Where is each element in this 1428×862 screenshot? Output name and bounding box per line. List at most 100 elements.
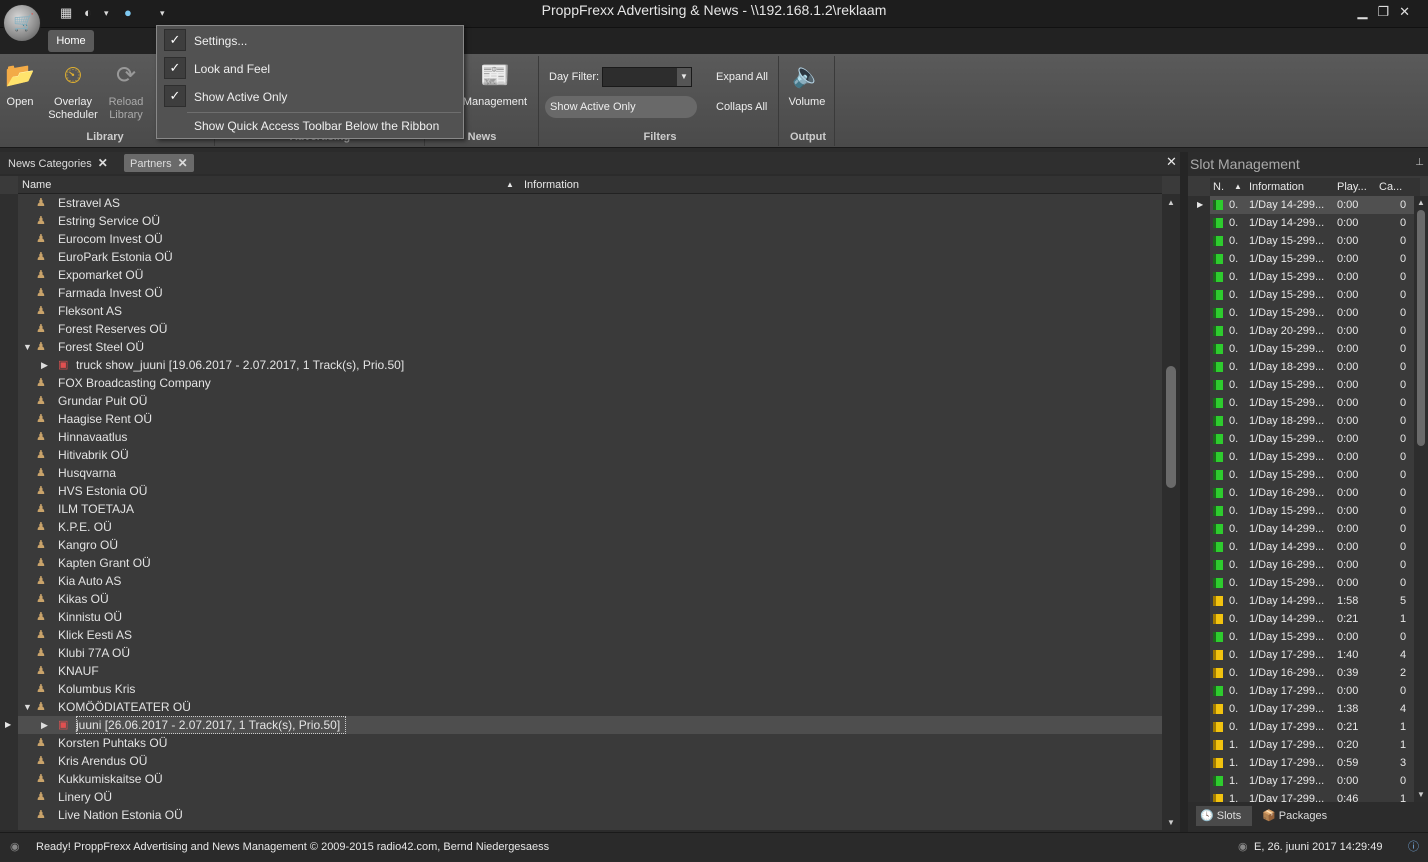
- slot-row[interactable]: 0. 1/Day 15-299... 0:00 0: [1210, 304, 1414, 322]
- slot-row[interactable]: 1. 1/Day 17-299... 0:20 1: [1210, 736, 1414, 754]
- partner-row[interactable]: ♟ Kangro OÜ: [18, 536, 1162, 554]
- column-header-information[interactable]: Information: [524, 176, 579, 194]
- tab-packages[interactable]: 📦 Packages: [1258, 806, 1338, 826]
- tab-home[interactable]: Home: [48, 30, 94, 52]
- menu-item-qat-below-ribbon[interactable]: Show Quick Access Toolbar Below the Ribb…: [194, 119, 439, 133]
- slot-row[interactable]: 0. 1/Day 15-299... 0:00 0: [1210, 394, 1414, 412]
- close-icon[interactable]: ✕: [98, 156, 108, 170]
- tab-slots[interactable]: 🕓 Slots: [1196, 806, 1252, 826]
- slot-row[interactable]: 0. 1/Day 15-299... 0:00 0: [1210, 502, 1414, 520]
- partner-row[interactable]: ♟ Kia Auto AS: [18, 572, 1162, 590]
- partner-row[interactable]: ♟ K.P.E. OÜ: [18, 518, 1162, 536]
- show-active-only-button[interactable]: Show Active Only: [545, 96, 697, 118]
- slot-row[interactable]: 0. 1/Day 15-299... 0:00 0: [1210, 250, 1414, 268]
- partner-row[interactable]: ♟ Kikas OÜ: [18, 590, 1162, 608]
- slot-row[interactable]: 0. 1/Day 14-299... 1:58 5: [1210, 592, 1414, 610]
- partner-row[interactable]: ♟ Grundar Puit OÜ: [18, 392, 1162, 410]
- panel-splitter[interactable]: [1180, 152, 1188, 832]
- slot-row[interactable]: 0. 1/Day 18-299... 0:00 0: [1210, 412, 1414, 430]
- partner-row[interactable]: ▼ ♟ Forest Steel OÜ: [18, 338, 1162, 356]
- application-menu-button[interactable]: 🛒: [3, 4, 41, 42]
- campaign-row[interactable]: ▶ ▣ truck show_juuni [19.06.2017 - 2.07.20…: [18, 356, 1162, 374]
- slot-scrollbar[interactable]: ▲ ▼: [1414, 196, 1428, 802]
- slot-row[interactable]: 0. 1/Day 15-299... 0:00 0: [1210, 574, 1414, 592]
- column-header-name[interactable]: Name: [22, 176, 51, 194]
- slot-row[interactable]: 1. 1/Day 17-299... 0:59 3: [1210, 754, 1414, 772]
- slot-row[interactable]: 0. 1/Day 17-299... 0:00 0: [1210, 682, 1414, 700]
- expand-icon[interactable]: ▶: [41, 716, 51, 734]
- collapse-icon[interactable]: ▼: [23, 698, 33, 716]
- partner-row[interactable]: ♟ Forest Reserves OÜ: [18, 320, 1162, 338]
- restore-icon[interactable]: ❐: [1377, 4, 1399, 19]
- scrollbar-thumb[interactable]: [1417, 210, 1425, 446]
- close-icon[interactable]: ✕: [178, 156, 188, 170]
- column-header-ca[interactable]: Ca...: [1379, 178, 1402, 196]
- slot-row[interactable]: 0. 1/Day 15-299... 0:00 0: [1210, 232, 1414, 250]
- menu-item-settings[interactable]: Settings...: [194, 34, 247, 48]
- partner-row[interactable]: ♟ Klick Eesti AS: [18, 626, 1162, 644]
- partner-row[interactable]: ♟ Haagise Rent OÜ: [18, 410, 1162, 428]
- column-header-n[interactable]: N.: [1213, 178, 1224, 196]
- slot-row[interactable]: 0. 1/Day 15-299... 0:00 0: [1210, 628, 1414, 646]
- partner-row[interactable]: ♟ Hitivabrik OÜ: [18, 446, 1162, 464]
- partner-row[interactable]: ♟ Expomarket OÜ: [18, 266, 1162, 284]
- partner-row[interactable]: ♟ Hinnavaatlus: [18, 428, 1162, 446]
- partner-row[interactable]: ▼ ♟ KOMÖÖDIATEATER OÜ: [18, 698, 1162, 716]
- partner-row[interactable]: ♟ KNAUF: [18, 662, 1162, 680]
- partner-row[interactable]: ♟ Klubi 77A OÜ: [18, 644, 1162, 662]
- menu-item-show-active-only[interactable]: Show Active Only: [194, 90, 287, 104]
- scroll-down-icon[interactable]: ▼: [1167, 818, 1175, 827]
- slot-row[interactable]: 1. 1/Day 17-299... 0:46 1: [1210, 790, 1414, 802]
- expand-icon[interactable]: ▶: [41, 356, 51, 374]
- close-icon[interactable]: ✕: [1399, 4, 1420, 19]
- slot-row[interactable]: 0. 1/Day 15-299... 0:00 0: [1210, 286, 1414, 304]
- day-filter-dropdown[interactable]: ▼: [602, 67, 692, 87]
- tab-partners[interactable]: Partners ✕: [124, 154, 194, 172]
- partner-row[interactable]: ♟ EuroPark Estonia OÜ: [18, 248, 1162, 266]
- partner-row[interactable]: ♟ Fleksont AS: [18, 302, 1162, 320]
- partner-row[interactable]: ♟ Husqvarna: [18, 464, 1162, 482]
- slot-row[interactable]: 0. 1/Day 14-299... 0:00 0: [1210, 196, 1414, 214]
- partner-row[interactable]: ♟ FOX Broadcasting Company: [18, 374, 1162, 392]
- partner-row[interactable]: ♟ Live Nation Estonia OÜ: [18, 806, 1162, 824]
- partner-row[interactable]: ♟ Kolumbus Kris: [18, 680, 1162, 698]
- scroll-down-icon[interactable]: ▼: [1417, 790, 1425, 799]
- close-panel-icon[interactable]: ✕: [1166, 154, 1177, 170]
- slot-row[interactable]: 1. 1/Day 17-299... 0:00 0: [1210, 772, 1414, 790]
- volume-button[interactable]: 🔈 Volume: [786, 60, 828, 109]
- slot-row[interactable]: 0. 1/Day 14-299... 0:00 0: [1210, 520, 1414, 538]
- partner-row[interactable]: ♟ Farmada Invest OÜ: [18, 284, 1162, 302]
- slot-row[interactable]: 0. 1/Day 16-299... 0:39 2: [1210, 664, 1414, 682]
- slot-row[interactable]: 0. 1/Day 15-299... 0:00 0: [1210, 430, 1414, 448]
- slot-row[interactable]: 0. 1/Day 16-299... 0:00 0: [1210, 556, 1414, 574]
- open-button[interactable]: 📂 Open: [4, 60, 36, 109]
- scrollbar-thumb[interactable]: [1166, 366, 1176, 488]
- slot-row[interactable]: 0. 1/Day 17-299... 0:21 1: [1210, 718, 1414, 736]
- pin-icon[interactable]: ⊥: [1415, 157, 1424, 168]
- expand-all-button[interactable]: Expand All: [716, 71, 768, 83]
- campaign-row[interactable]: ▶ ▣ juuni [26.06.2017 - 2.07.2017, 1 Track…: [18, 716, 1162, 734]
- management-button[interactable]: 📰 Management: [462, 60, 528, 109]
- column-header-information[interactable]: Information: [1249, 178, 1304, 196]
- partner-row[interactable]: ♟ ILM TOETAJA: [18, 500, 1162, 518]
- partner-row[interactable]: ♟ Korsten Puhtaks OÜ: [18, 734, 1162, 752]
- slot-row[interactable]: 0. 1/Day 17-299... 1:38 4: [1210, 700, 1414, 718]
- partner-row[interactable]: ♟ Linery OÜ: [18, 788, 1162, 806]
- slot-row[interactable]: 0. 1/Day 17-299... 1:40 4: [1210, 646, 1414, 664]
- partner-row[interactable]: ♟ HVS Estonia OÜ: [18, 482, 1162, 500]
- reload-library-button[interactable]: ⟳ Reload Library: [104, 60, 148, 122]
- partner-row[interactable]: ♟ Estravel AS: [18, 194, 1162, 212]
- slot-row[interactable]: 0. 1/Day 15-299... 0:00 0: [1210, 268, 1414, 286]
- partner-row[interactable]: ♟ Eurocom Invest OÜ: [18, 230, 1162, 248]
- slot-row[interactable]: 0. 1/Day 15-299... 0:00 0: [1210, 376, 1414, 394]
- slot-row[interactable]: 0. 1/Day 14-299... 0:21 1: [1210, 610, 1414, 628]
- slot-row[interactable]: 0. 1/Day 16-299... 0:00 0: [1210, 484, 1414, 502]
- partner-row[interactable]: ♟ Kapten Grant OÜ: [18, 554, 1162, 572]
- slot-row[interactable]: 0. 1/Day 15-299... 0:00 0: [1210, 340, 1414, 358]
- slot-row[interactable]: 0. 1/Day 20-299... 0:00 0: [1210, 322, 1414, 340]
- slot-row[interactable]: 0. 1/Day 14-299... 0:00 0: [1210, 538, 1414, 556]
- collapse-icon[interactable]: ▼: [23, 338, 33, 356]
- slot-row[interactable]: 0. 1/Day 15-299... 0:00 0: [1210, 466, 1414, 484]
- overlay-scheduler-button[interactable]: ⏲ Overlay Scheduler: [46, 60, 100, 122]
- partner-row[interactable]: ♟ Kris Arendus OÜ: [18, 752, 1162, 770]
